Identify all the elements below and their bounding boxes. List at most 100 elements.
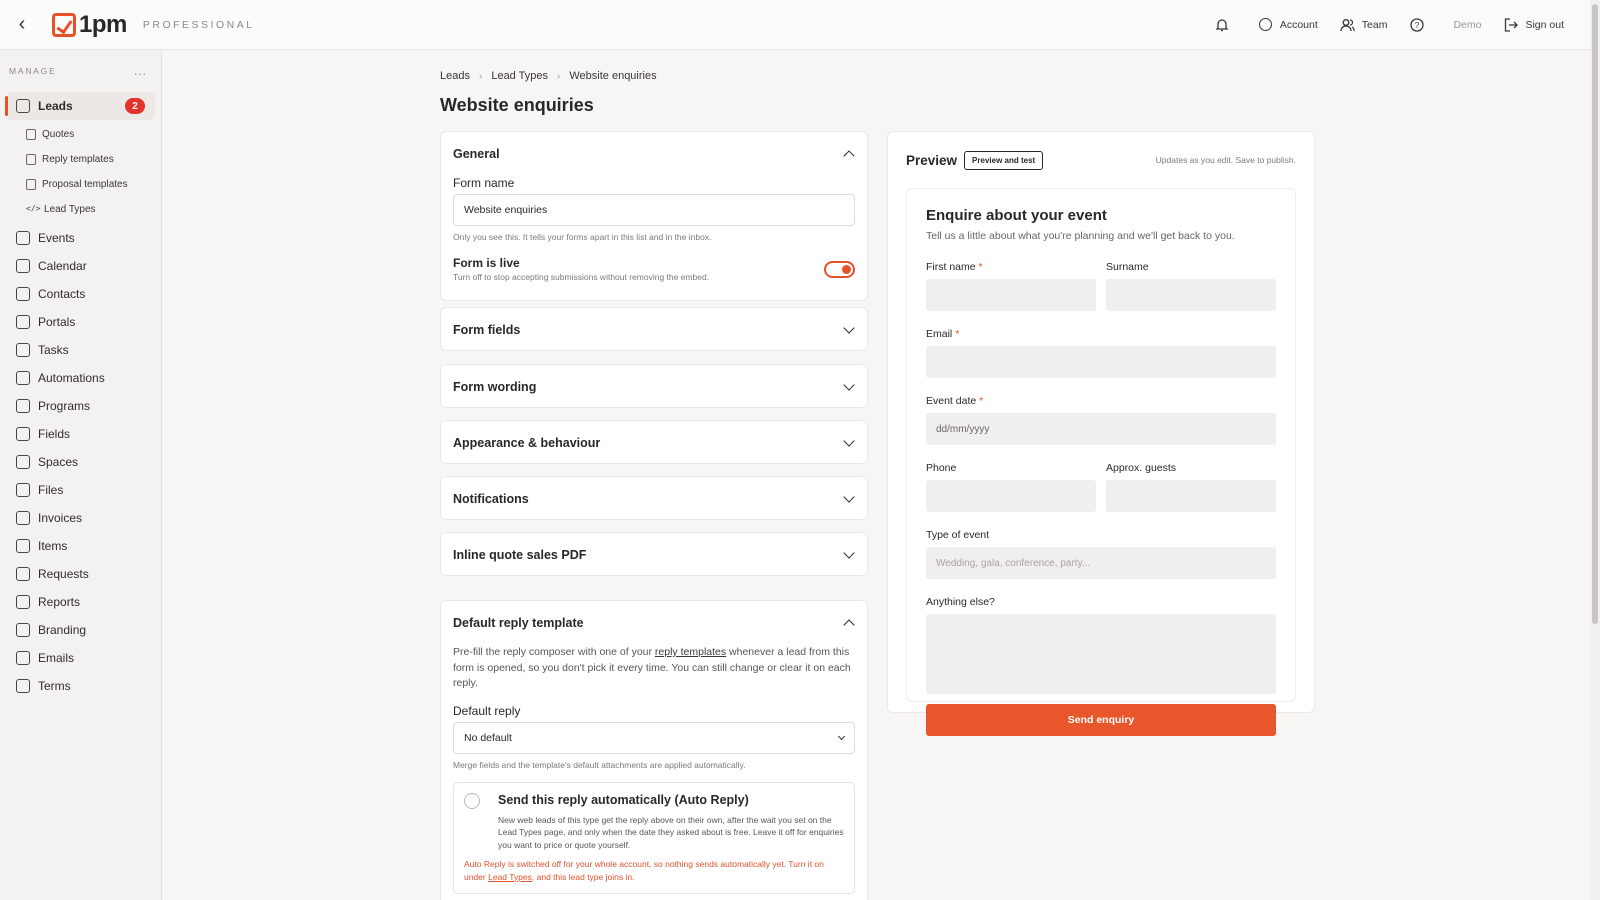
files-icon — [16, 483, 30, 497]
general-header[interactable]: General — [441, 132, 867, 176]
sidebar-item-reply-templates[interactable]: Reply templates — [0, 147, 161, 172]
auto-reply-title: Send this reply automatically (Auto Repl… — [498, 792, 749, 807]
chevron-down-icon — [843, 435, 855, 447]
sidebar-item-spaces[interactable]: Spaces — [0, 448, 161, 476]
section-card-form-fields[interactable]: Form fields — [440, 307, 868, 351]
preview-and-test-button[interactable]: Preview and test — [964, 150, 1044, 170]
phone-row: Phone Approx. guests — [926, 462, 1276, 512]
sidebar-item-portals[interactable]: Portals — [0, 308, 161, 336]
sidebar-item-emails[interactable]: Emails — [0, 644, 161, 672]
sidebar-item-reports[interactable]: Reports — [0, 588, 161, 616]
sidebar-item-label: Tasks — [38, 343, 69, 357]
sidebar-item-label: Programs — [38, 399, 91, 413]
default-reply-label: Default reply — [453, 703, 521, 718]
bell-icon — [1214, 17, 1230, 33]
sidebar-item-items[interactable]: Items — [0, 532, 161, 560]
tasks-icon — [16, 343, 30, 357]
event-date-row: Event date * dd/mm/yyyy — [926, 395, 1276, 445]
team-label: Team — [1361, 18, 1388, 31]
sidebar-item-label: Spaces — [38, 455, 79, 469]
sidebar-item-label: Fields — [38, 427, 71, 441]
surname-field[interactable] — [1106, 279, 1276, 311]
guests-label: Approx. guests — [1106, 462, 1177, 474]
section-card-inline-quote-sales-pdf[interactable]: Inline quote sales PDF — [440, 532, 868, 576]
default-reply-description: Pre-fill the reply composer with one of … — [453, 645, 855, 692]
sidebar-item-requests[interactable]: Requests — [0, 560, 161, 588]
sidebar-item-label: Contacts — [38, 287, 86, 301]
guests-field[interactable] — [1106, 480, 1276, 512]
sidebar-item-label: Calendar — [38, 259, 87, 273]
chevron-down-icon — [843, 379, 855, 391]
auto-reply-description: New web leads of this type get the reply… — [498, 814, 844, 850]
sidebar-item-automations[interactable]: Automations — [0, 364, 161, 392]
email-field[interactable] — [926, 346, 1276, 378]
auto-reply-checkbox[interactable] — [464, 792, 480, 809]
sidebar-item-programs[interactable]: Programs — [0, 392, 161, 420]
sidebar-item-label: Terms — [38, 679, 71, 693]
scrollbar-thumb[interactable] — [1592, 4, 1598, 624]
chevron-right-icon: › — [557, 70, 561, 82]
sidebar-item-fields[interactable]: Fields — [0, 420, 161, 448]
sign-out-button[interactable]: Sign out — [1503, 17, 1564, 33]
form-subtitle: Tell us a little about what you're plann… — [926, 230, 1235, 242]
sidebar-item-invoices[interactable]: Invoices — [0, 504, 161, 532]
notifications-button[interactable] — [1214, 17, 1236, 33]
sidebar-item-label: Portals — [38, 315, 76, 329]
sidebar-item-label: Reports — [38, 595, 81, 609]
section-header[interactable]: Form wording — [441, 365, 867, 409]
requests-icon — [16, 567, 30, 581]
default-reply-header[interactable]: Default reply template — [441, 601, 867, 645]
sidebar-item-calendar[interactable]: Calendar — [0, 252, 161, 280]
first-name-field[interactable] — [926, 279, 1096, 311]
breadcrumb-leads[interactable]: Leads — [440, 70, 470, 82]
sidebar-item-quotes[interactable]: Quotes — [0, 122, 161, 147]
sidebar-item-files[interactable]: Files — [0, 476, 161, 504]
account-button[interactable]: Account — [1258, 17, 1318, 33]
section-card-appearance-behaviour[interactable]: Appearance & behaviour — [440, 420, 868, 464]
sidebar-item-label: Quotes — [42, 129, 75, 140]
default-reply-select[interactable]: No default — [453, 721, 855, 754]
anything-else-field[interactable] — [926, 614, 1276, 694]
section-header[interactable]: Inline quote sales PDF — [441, 533, 867, 577]
section-header[interactable]: Notifications — [441, 477, 867, 521]
sidebar-item-proposal-templates[interactable]: Proposal templates — [0, 172, 161, 197]
sidebar-item-leads[interactable]: Leads 2 — [5, 92, 155, 120]
page-title: Website enquiries — [440, 95, 594, 115]
phone-field[interactable] — [926, 480, 1096, 512]
auto-reply-option[interactable]: Send this reply automatically (Auto Repl… — [453, 781, 855, 894]
demo-button[interactable]: Demo — [1453, 19, 1481, 31]
team-button[interactable]: Team — [1340, 17, 1388, 33]
form-name-input[interactable]: Website enquiries — [453, 194, 855, 226]
send-enquiry-button[interactable]: Send enquiry — [926, 704, 1276, 736]
sidebar-item-label: Proposal templates — [42, 179, 128, 190]
sidebar-item-events[interactable]: Events — [0, 224, 161, 252]
reply-templates-link[interactable]: reply templates — [655, 646, 726, 658]
back-button[interactable]: ‹ — [0, 0, 44, 50]
sidebar-item-tasks[interactable]: Tasks — [0, 336, 161, 364]
form-name-help: Only you see this. It tells your forms a… — [453, 232, 712, 242]
sidebar-item-terms[interactable]: Terms — [0, 672, 161, 700]
form-live-toggle[interactable] — [824, 260, 855, 278]
calendar-icon — [16, 259, 30, 273]
chevron-down-icon — [843, 547, 855, 559]
scrollbar[interactable] — [1590, 0, 1600, 900]
event-type-field[interactable]: Wedding, gala, conference, party... — [926, 547, 1276, 579]
section-card-form-wording[interactable]: Form wording — [440, 364, 868, 408]
email-row: Email * — [926, 328, 1276, 378]
help-button[interactable]: ? — [1409, 17, 1431, 33]
sidebar-item-contacts[interactable]: Contacts — [0, 280, 161, 308]
anything-else-row: Anything else? — [926, 596, 1276, 694]
breadcrumb-lead-types[interactable]: Lead Types — [491, 70, 548, 82]
section-header[interactable]: Form fields — [441, 308, 867, 352]
sidebar-item-lead-types[interactable]: </> Lead Types — [0, 197, 161, 222]
section-card-notifications[interactable]: Notifications — [440, 476, 868, 520]
lead-types-link[interactable]: Lead Types — [488, 872, 532, 882]
sign-out-icon — [1503, 17, 1519, 33]
team-icon — [1340, 17, 1356, 33]
logo[interactable]: 1pm — [52, 11, 127, 39]
section-title: Inline quote sales PDF — [453, 548, 587, 562]
section-header[interactable]: Appearance & behaviour — [441, 421, 867, 465]
more-icon[interactable]: ... — [134, 64, 147, 78]
event-date-field[interactable]: dd/mm/yyyy — [926, 413, 1276, 445]
sidebar-item-branding[interactable]: Branding — [0, 616, 161, 644]
